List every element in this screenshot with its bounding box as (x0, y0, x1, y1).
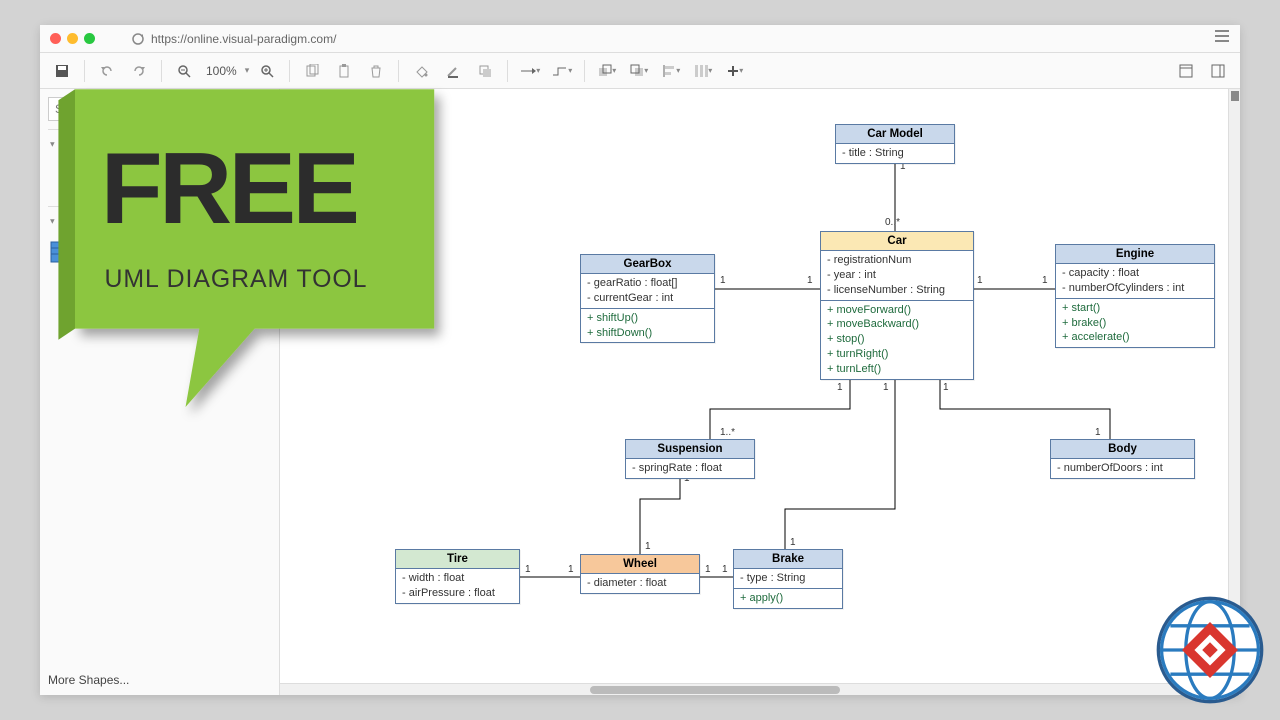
v-scrollbar[interactable] (1228, 89, 1240, 683)
more-shapes-button[interactable]: More Shapes... (48, 673, 129, 687)
add-icon[interactable]: ▾ (721, 57, 749, 85)
uml-class-wheel[interactable]: Wheel - diameter : float (580, 554, 700, 594)
reload-icon (131, 32, 145, 46)
toback-icon[interactable]: ▾ (625, 57, 653, 85)
svg-text:FREE: FREE (101, 132, 357, 245)
zoom-level[interactable]: 100% (202, 64, 241, 78)
url-bar[interactable]: https://online.visual-paradigm.com/ (131, 32, 336, 46)
align-icon[interactable]: ▾ (657, 57, 685, 85)
uml-class-suspension[interactable]: Suspension - springRate : float (625, 439, 755, 479)
promo-banner: FREE UML DIAGRAM TOOL (40, 80, 460, 430)
uml-class-brake[interactable]: Brake - type : String + apply() (733, 549, 843, 609)
waypoint-icon[interactable]: ▾ (548, 57, 576, 85)
connector-icon[interactable]: ▾ (516, 57, 544, 85)
close-icon[interactable] (50, 33, 61, 44)
uml-class-body[interactable]: Body - numberOfDoors : int (1050, 439, 1195, 479)
url-text: https://online.visual-paradigm.com/ (151, 32, 336, 46)
minimize-icon[interactable] (67, 33, 78, 44)
svg-text:UML DIAGRAM TOOL: UML DIAGRAM TOOL (104, 265, 367, 293)
uml-class-tire[interactable]: Tire - width : float- airPressure : floa… (395, 549, 520, 604)
h-scrollbar[interactable] (280, 683, 1228, 695)
format-panel-icon[interactable] (1204, 57, 1232, 85)
uml-class-gearbox[interactable]: GearBox - gearRatio : float[]- currentGe… (580, 254, 715, 343)
maximize-icon[interactable] (84, 33, 95, 44)
distribute-icon[interactable]: ▾ (689, 57, 717, 85)
logo-icon (1155, 595, 1265, 705)
uml-class-car[interactable]: Car - registrationNum- year : int- licen… (820, 231, 974, 380)
titlebar: https://online.visual-paradigm.com/ (40, 25, 1240, 53)
tofront-icon[interactable]: ▾ (593, 57, 621, 85)
fullscreen-icon[interactable] (1172, 57, 1200, 85)
uml-class-carmodel[interactable]: Car Model - title : String (835, 124, 955, 164)
uml-class-engine[interactable]: Engine - capacity : float- numberOfCylin… (1055, 244, 1215, 348)
menu-icon[interactable] (1214, 29, 1230, 48)
shadow-icon[interactable] (471, 57, 499, 85)
